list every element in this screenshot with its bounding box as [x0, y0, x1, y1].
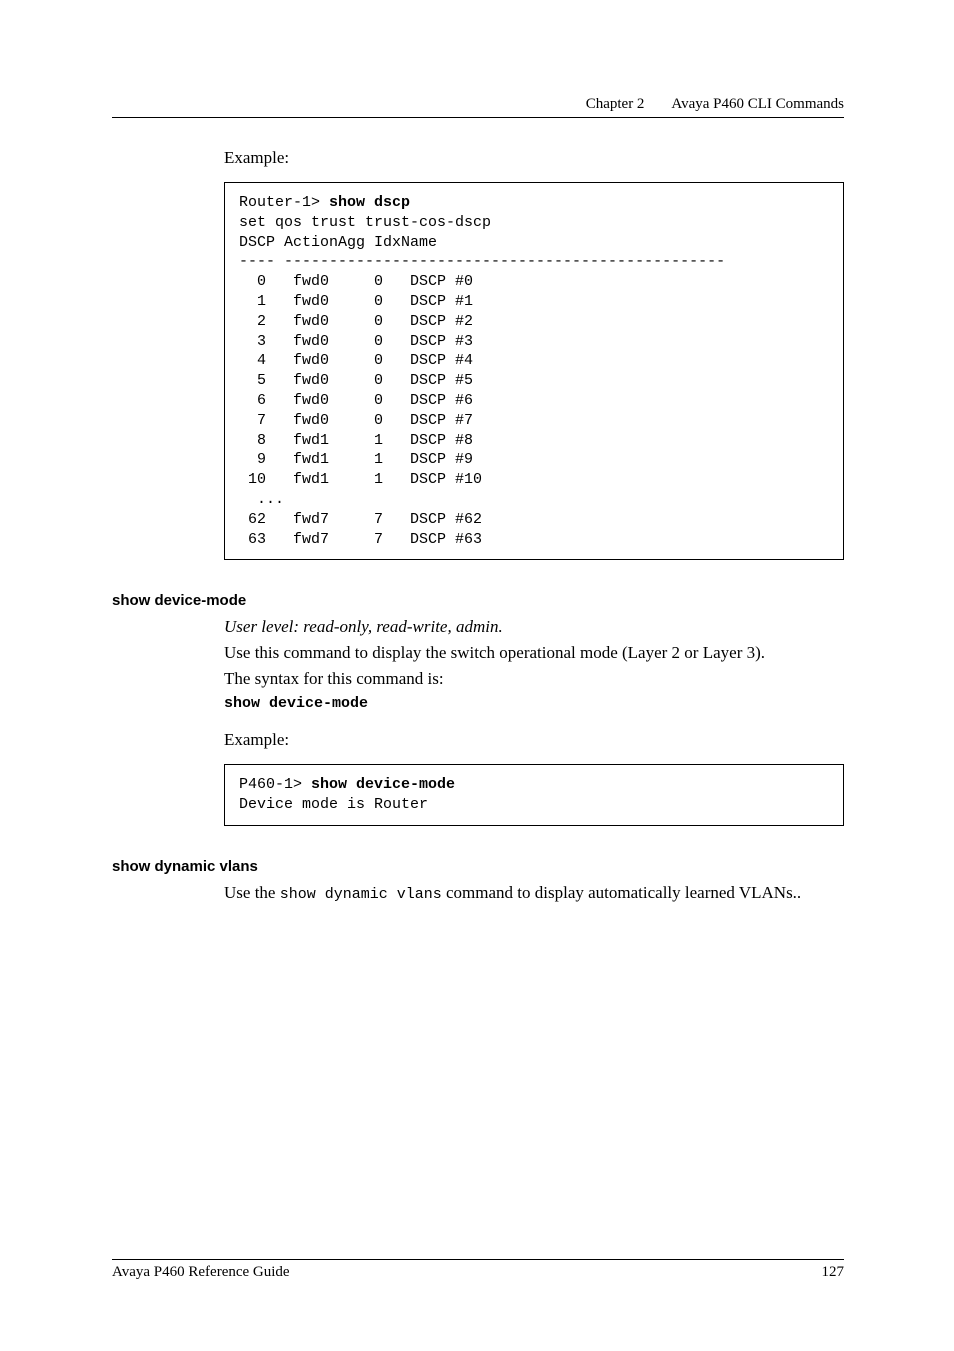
command: show dscp: [329, 194, 410, 211]
footer-left: Avaya P460 Reference Guide: [112, 1264, 290, 1281]
syntax-command: show device-mode: [224, 695, 844, 712]
section-heading-dynamic-vlans: show dynamic vlans: [112, 858, 844, 875]
output-row: 63 fwd7 7 DSCP #63: [239, 531, 482, 548]
output-row: 6 fwd0 0 DSCP #6: [239, 392, 473, 409]
output-row: 10 fwd1 1 DSCP #10: [239, 471, 482, 488]
page: Chapter 2 Avaya P460 CLI Commands Exampl…: [0, 0, 954, 1351]
chapter-title: Avaya P460 CLI Commands: [671, 96, 844, 112]
body: Example: Router-1> show dscp set qos tru…: [224, 148, 844, 903]
inline-command: show dynamic vlans: [280, 886, 442, 903]
code-block-device-mode: P460-1> show device-mode Device mode is …: [224, 764, 844, 826]
output-line: DSCP ActionAgg IdxName: [239, 234, 437, 251]
output-row: 62 fwd7 7 DSCP #62: [239, 511, 482, 528]
output-row: 9 fwd1 1 DSCP #9: [239, 451, 473, 468]
prompt: Router-1>: [239, 194, 329, 211]
code-block-show-dscp: Router-1> show dscp set qos trust trust-…: [224, 182, 844, 560]
command: show device-mode: [311, 776, 455, 793]
example-label: Example:: [224, 730, 844, 750]
user-level: User level: read-only, read-write, admin…: [224, 617, 844, 637]
output-row: 8 fwd1 1 DSCP #8: [239, 432, 473, 449]
description: Use the show dynamic vlans command to di…: [224, 883, 844, 903]
output-line: Device mode is Router: [239, 796, 428, 813]
prompt: P460-1>: [239, 776, 311, 793]
output-row: 2 fwd0 0 DSCP #2: [239, 313, 473, 330]
section-heading-device-mode: show device-mode: [112, 592, 844, 609]
syntax-intro: The syntax for this command is:: [224, 669, 844, 689]
chapter-label: Chapter 2: [586, 96, 645, 112]
running-header: Chapter 2 Avaya P460 CLI Commands: [112, 96, 844, 118]
description: Use this command to display the switch o…: [224, 643, 844, 663]
text: command to display automatically learned…: [442, 883, 801, 902]
output-row: ...: [239, 491, 284, 508]
page-number: 127: [822, 1264, 845, 1281]
output-row: 5 fwd0 0 DSCP #5: [239, 372, 473, 389]
output-row: 0 fwd0 0 DSCP #0: [239, 273, 473, 290]
text: Use the: [224, 883, 280, 902]
output-row: 3 fwd0 0 DSCP #3: [239, 333, 473, 350]
page-footer: Avaya P460 Reference Guide 127: [112, 1259, 844, 1281]
output-row: 4 fwd0 0 DSCP #4: [239, 352, 473, 369]
output-line: set qos trust trust-cos-dscp: [239, 214, 491, 231]
output-row: 7 fwd0 0 DSCP #7: [239, 412, 473, 429]
output-line: ---- -----------------------------------…: [239, 253, 725, 270]
output-row: 1 fwd0 0 DSCP #1: [239, 293, 473, 310]
example-label: Example:: [224, 148, 844, 168]
